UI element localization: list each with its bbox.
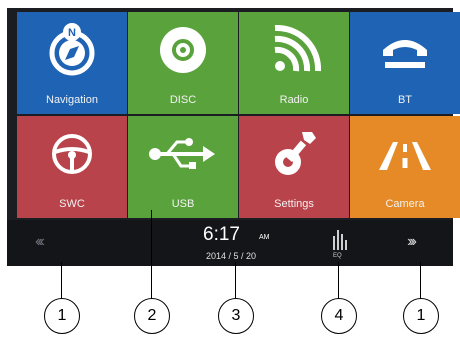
tile-label: DISC (169, 94, 197, 106)
callout-line (420, 262, 421, 300)
status-bar: ‹‹‹ 6:17 AM 2014 / 5 / 20 EQ ››› (7, 220, 453, 266)
callout-2: 2 (134, 298, 170, 334)
tile-radio[interactable]: Radio (239, 12, 349, 114)
equalizer-icon (333, 230, 347, 250)
disc-icon (128, 20, 238, 80)
eq-label: EQ (333, 253, 342, 259)
tile-navigation[interactable]: N Navigation (17, 12, 127, 114)
tile-label: USB (171, 198, 195, 210)
tile-label: Radio (279, 94, 309, 106)
tile-label: Settings (274, 198, 314, 210)
date: 2014 / 5 / 20 (206, 251, 257, 261)
radio-wave-icon (239, 20, 349, 80)
eq-button[interactable]: EQ (325, 226, 357, 262)
callout-1-left: 1 (44, 298, 80, 334)
road-lanes-icon (350, 124, 460, 184)
steering-wheel-icon (17, 124, 127, 184)
callout-line (151, 210, 152, 300)
compass-icon: N (17, 20, 127, 80)
am-pm: AM (259, 234, 270, 241)
next-page-button[interactable]: ››› (407, 233, 417, 251)
time: 6:17 (203, 224, 240, 245)
previous-page-button[interactable]: ‹‹‹ (35, 233, 45, 251)
tile-swc[interactable]: SWC (17, 116, 127, 218)
tile-settings[interactable]: Settings (239, 116, 349, 218)
clock-display[interactable]: 6:17 AM 2014 / 5 / 20 (203, 224, 283, 261)
callout-line (338, 262, 339, 300)
tile-disc[interactable]: DISC (128, 12, 238, 114)
tile-label: Camera (385, 198, 425, 210)
callout-1-right: 1 (403, 298, 439, 334)
tile-camera[interactable]: Camera (350, 116, 460, 218)
wrench-gear-icon (239, 124, 349, 184)
tile-label: Navigation (46, 94, 98, 106)
tile-label: SWC (59, 198, 85, 210)
tile-usb[interactable]: USB (128, 116, 238, 218)
callout-3: 3 (218, 298, 254, 334)
callout-line (61, 262, 62, 300)
phone-icon (350, 20, 460, 80)
tile-bt[interactable]: BT (350, 12, 460, 114)
usb-icon (128, 124, 238, 184)
callout-4: 4 (321, 298, 357, 334)
callout-line (235, 262, 236, 300)
head-unit-screen: N Navigation DISC Radio BT SWC USB Setti… (7, 8, 460, 266)
tile-label: BT (397, 94, 413, 106)
svg-text:N: N (68, 27, 76, 39)
